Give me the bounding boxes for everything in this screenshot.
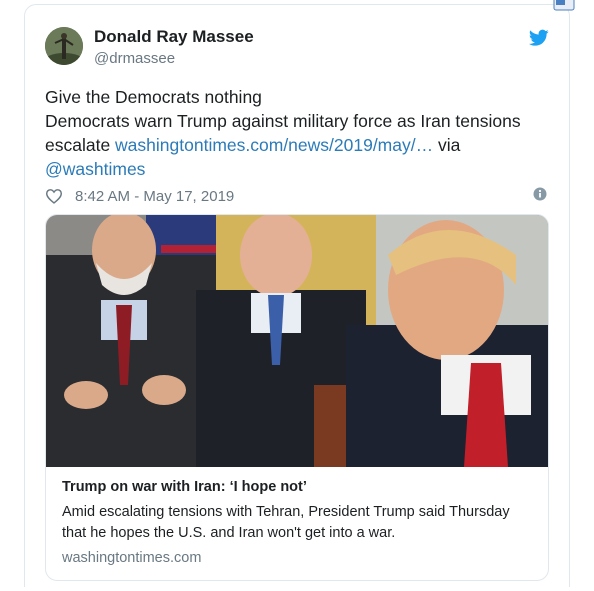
avatar[interactable] xyxy=(45,27,83,65)
card-image xyxy=(46,215,548,467)
tweet-meta: 8:42 AM - May 17, 2019 xyxy=(45,185,234,207)
card-description: Amid escalating tensions with Tehran, Pr… xyxy=(62,504,510,541)
info-icon[interactable] xyxy=(533,187,547,201)
display-name[interactable]: Donald Ray Massee xyxy=(94,27,254,47)
twitter-bird-icon[interactable] xyxy=(529,29,549,47)
mention-link[interactable]: @washtimes xyxy=(45,159,145,179)
card-title[interactable]: Trump on war with Iran: ‘I hope not’ xyxy=(62,477,536,497)
translate-icon[interactable] xyxy=(552,0,576,12)
card-domain[interactable]: washingtontimes.com xyxy=(62,550,536,566)
user-handle[interactable]: @drmassee xyxy=(94,50,175,67)
via-text: via xyxy=(433,135,461,155)
embedded-tweet: Donald Ray Massee @drmassee Give the Dem… xyxy=(24,4,570,587)
tweet-line-1: Give the Democrats nothing xyxy=(45,87,262,107)
card-body: Trump on war with Iran: ‘I hope not’ Ami… xyxy=(62,477,536,566)
article-link[interactable]: washingtontimes.com/news/2019/may/… xyxy=(115,135,433,155)
timestamp[interactable]: 8:42 AM - May 17, 2019 xyxy=(75,188,234,205)
tweet-text: Give the Democrats nothing Democrats war… xyxy=(45,85,550,181)
heart-icon[interactable] xyxy=(45,188,63,204)
link-card[interactable]: Trump on war with Iran: ‘I hope not’ Ami… xyxy=(45,214,549,581)
tweet-line-2: Democrats warn Trump against military fo… xyxy=(45,109,550,181)
